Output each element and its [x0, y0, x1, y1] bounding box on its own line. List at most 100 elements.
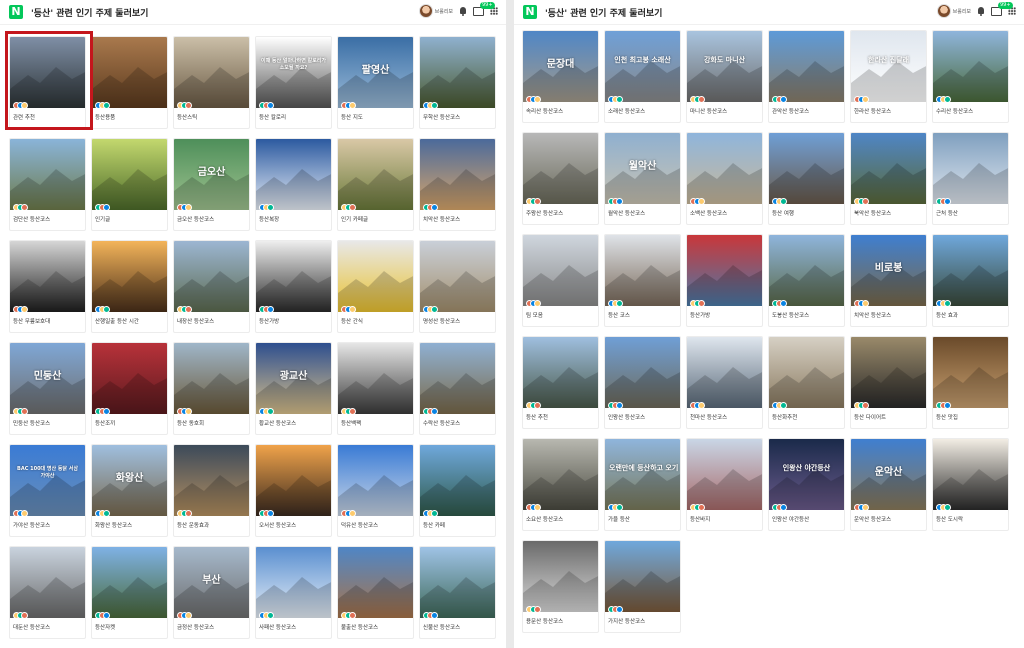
topic-thumbnail[interactable] [338, 139, 413, 210]
topic-card[interactable]: 인기 카페글 [337, 138, 414, 231]
mail-icon[interactable]: 99+ [991, 1, 1013, 16]
topic-label[interactable]: 가지산 등산코스 [608, 617, 680, 625]
topic-thumbnail[interactable] [687, 133, 762, 204]
topic-label[interactable]: 덕유산 등산코스 [341, 521, 413, 529]
topic-label[interactable]: 등산 추천 [526, 413, 598, 421]
topic-card[interactable]: 운악산 운악산 등산코스 [850, 438, 927, 531]
topic-label[interactable]: 한라산 등산코스 [854, 107, 926, 115]
topic-thumbnail[interactable] [605, 31, 680, 102]
topic-thumbnail[interactable] [851, 337, 926, 408]
topic-card[interactable]: 인왕산 야간등산 인왕산 야간등산 [768, 438, 845, 531]
topic-thumbnail[interactable] [256, 139, 331, 210]
topic-label[interactable]: 수리산 등산코스 [936, 107, 1008, 115]
topic-label[interactable]: 용문산 등산코스 [526, 617, 598, 625]
topic-card[interactable]: 무학산 등산코스 [419, 36, 496, 129]
topic-card[interactable]: 명성산 등산코스 [419, 240, 496, 333]
topic-thumbnail[interactable] [769, 439, 844, 510]
topic-card[interactable]: 등산가방 [686, 234, 763, 327]
topic-card[interactable]: 불출산 등산코스 [337, 546, 414, 639]
topic-label[interactable]: 관악산 등산코스 [772, 107, 844, 115]
topic-label[interactable]: 등산화추천 [772, 413, 844, 421]
topic-thumbnail[interactable] [174, 37, 249, 108]
topic-label[interactable]: 등산 칼로리 [259, 113, 331, 121]
topic-thumbnail[interactable] [338, 547, 413, 618]
topic-label[interactable]: 등산용품 [95, 113, 167, 121]
topic-card[interactable]: 등산바지 [686, 438, 763, 531]
topic-card[interactable]: 등산화추천 [768, 336, 845, 429]
topic-label[interactable]: 등산바지 [690, 515, 762, 523]
topic-thumbnail[interactable] [605, 235, 680, 306]
topic-thumbnail[interactable] [523, 337, 598, 408]
topic-card[interactable]: 광교산 황교산 등산코스 [255, 342, 332, 435]
topic-label[interactable]: 가을 등산 [608, 515, 680, 523]
topic-thumbnail[interactable] [687, 31, 762, 102]
topic-card[interactable]: 등산조끼 [91, 342, 168, 435]
topic-thumbnail[interactable] [10, 547, 85, 618]
topic-card[interactable]: 강화도 마니산 마니산 등산코스 [686, 30, 763, 123]
topic-thumbnail[interactable] [687, 337, 762, 408]
topic-label[interactable]: 등산 여행 [772, 209, 844, 217]
topic-thumbnail[interactable] [10, 139, 85, 210]
topic-label[interactable]: 운악산 등산코스 [854, 515, 926, 523]
topic-card[interactable]: 등산 추천 [522, 336, 599, 429]
topic-card[interactable]: 등산 간식 [337, 240, 414, 333]
topic-thumbnail[interactable] [420, 547, 495, 618]
topic-thumbnail[interactable] [338, 241, 413, 312]
topic-label[interactable]: 팀 모음 [526, 311, 598, 319]
topic-card[interactable]: 대둔산 등산코스 [9, 546, 86, 639]
topic-card[interactable]: 근처 등산 [932, 132, 1009, 225]
topic-thumbnail[interactable] [174, 343, 249, 414]
topic-card[interactable]: 등산 효과 [932, 234, 1009, 327]
topic-card[interactable]: 가지산 등산코스 [604, 540, 681, 633]
topic-label[interactable]: 등산 카페 [423, 521, 495, 529]
topic-label[interactable]: 화왕산 등산코스 [95, 521, 167, 529]
topic-card[interactable]: 한라산 진달래 한라산 등산코스 [850, 30, 927, 123]
topic-label[interactable]: 등산 효과 [936, 311, 1008, 319]
topic-card[interactable]: 등산 코스 [604, 234, 681, 327]
topic-label[interactable]: 소요산 등산코스 [526, 515, 598, 523]
topic-label[interactable]: 불출산 등산코스 [341, 623, 413, 631]
topic-card[interactable]: 산행일출 등산 시간 [91, 240, 168, 333]
topic-label[interactable]: 무학산 등산코스 [423, 113, 495, 121]
topic-card[interactable]: 천마산 등산코스 [686, 336, 763, 429]
bell-icon[interactable] [459, 6, 467, 16]
bell-icon[interactable] [977, 6, 985, 16]
topic-thumbnail[interactable] [420, 241, 495, 312]
topic-thumbnail[interactable] [933, 235, 1008, 306]
topic-label[interactable]: 등산자켓 [95, 623, 167, 631]
topic-thumbnail[interactable] [933, 337, 1008, 408]
topic-card[interactable]: 등산가방 [255, 240, 332, 333]
user-avatar[interactable] [936, 4, 951, 18]
topic-card[interactable]: 주왕산 등산코스 [522, 132, 599, 225]
topic-card[interactable]: 사패산 등산코스 [255, 546, 332, 639]
topic-thumbnail[interactable] [687, 439, 762, 510]
topic-label[interactable]: 월악산 등산코스 [608, 209, 680, 217]
topic-thumbnail[interactable] [769, 235, 844, 306]
topic-thumbnail[interactable] [420, 343, 495, 414]
topic-card[interactable]: 소백산 등산코스 [686, 132, 763, 225]
topic-thumbnail[interactable] [420, 139, 495, 210]
topic-card[interactable]: 수리산 등산코스 [932, 30, 1009, 123]
topic-thumbnail[interactable] [256, 241, 331, 312]
topic-label[interactable]: 대둔산 등산코스 [13, 623, 85, 631]
topic-card[interactable]: 등산 다이어트 [850, 336, 927, 429]
topic-label[interactable]: 인기 카페글 [341, 215, 413, 223]
topic-card[interactable]: 이때 등산 얼마나하면 칼로리가 소모될 까요? 등산 칼로리 [255, 36, 332, 129]
topic-label[interactable]: 소래산 등산코스 [608, 107, 680, 115]
topic-label[interactable]: 근처 등산 [936, 209, 1008, 217]
topic-card[interactable]: 오서산 등산코스 [255, 444, 332, 537]
topic-thumbnail[interactable] [523, 541, 598, 612]
topic-label[interactable]: 등산 간식 [341, 317, 413, 325]
topic-card[interactable]: 등산 카페 [419, 444, 496, 537]
topic-card[interactable]: 월악산 월악산 등산코스 [604, 132, 681, 225]
topic-thumbnail[interactable] [256, 445, 331, 516]
topic-thumbnail[interactable] [605, 541, 680, 612]
topic-thumbnail[interactable] [174, 445, 249, 516]
user-avatar[interactable] [418, 4, 433, 18]
topic-thumbnail[interactable] [92, 241, 167, 312]
topic-label[interactable]: 검단산 등산코스 [13, 215, 85, 223]
topic-card[interactable]: 등산용품 [91, 36, 168, 129]
topic-label[interactable]: 도봉산 등산코스 [772, 311, 844, 319]
topic-thumbnail[interactable] [851, 31, 926, 102]
topic-card[interactable]: 등산 맛집 [932, 336, 1009, 429]
